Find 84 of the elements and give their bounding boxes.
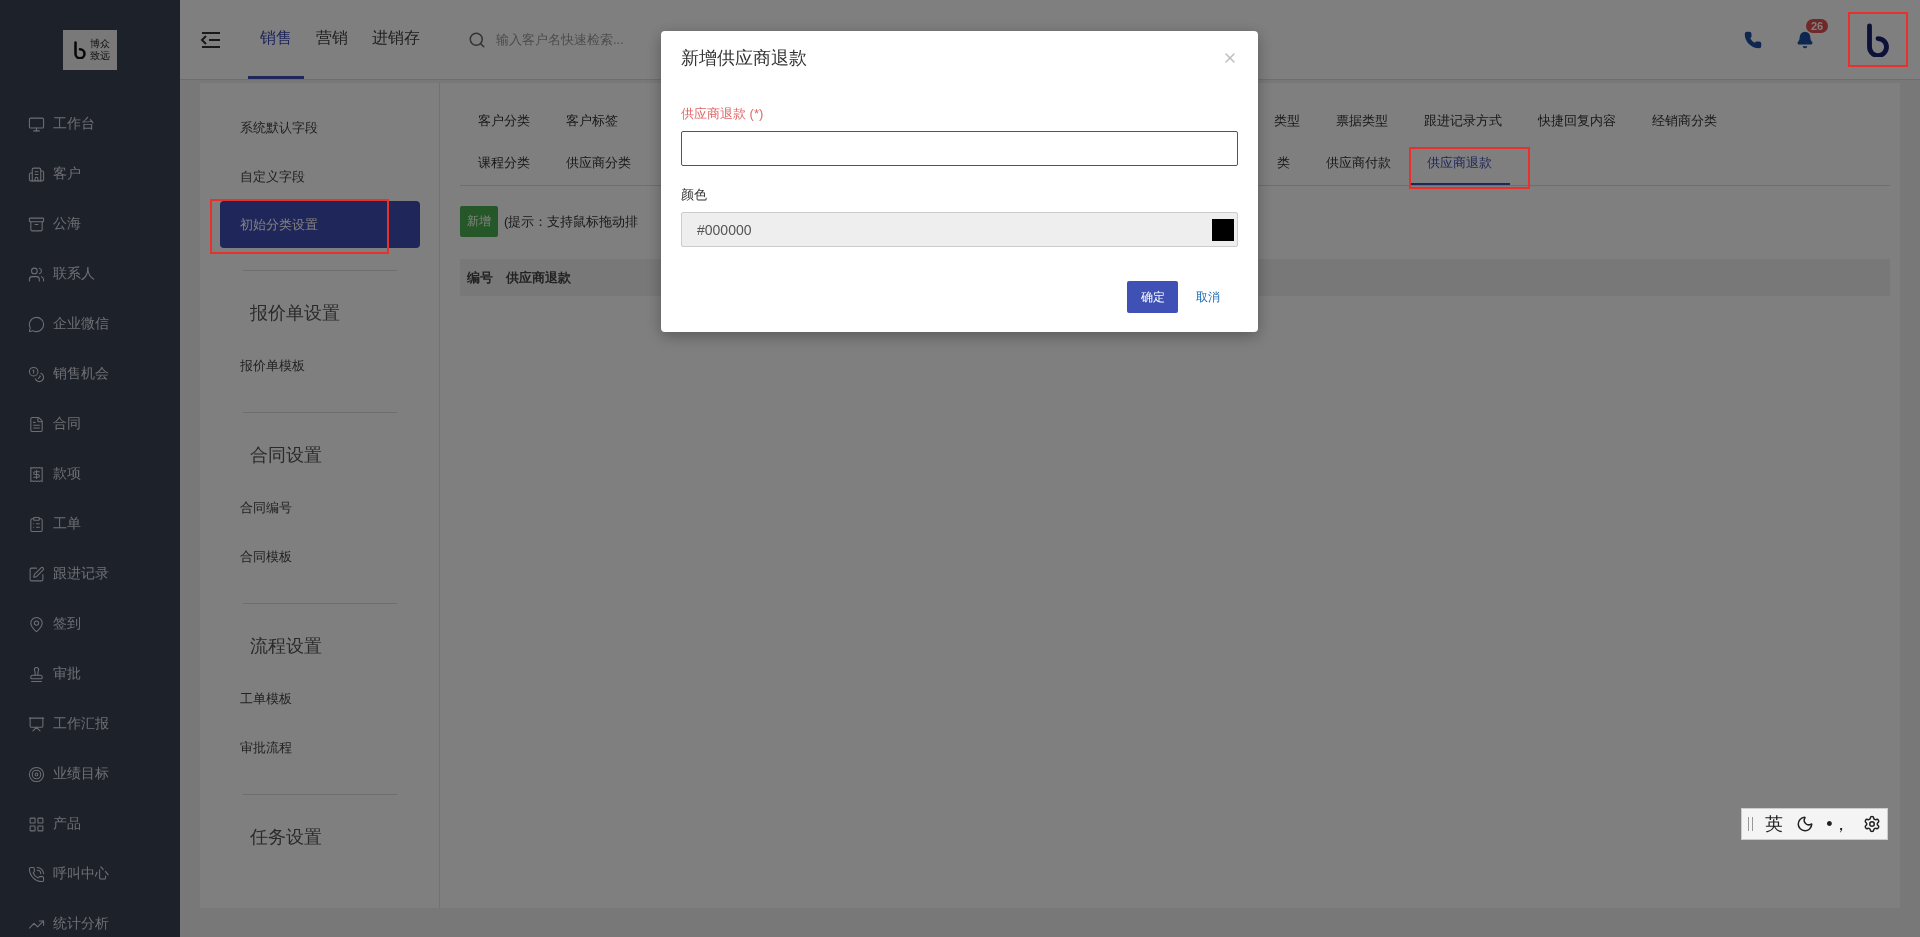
grid-icon	[28, 815, 45, 833]
edit-icon	[28, 565, 45, 583]
sidebar-item[interactable]: 销售机会	[0, 349, 180, 399]
sidebar-item[interactable]: 统计分析	[0, 899, 180, 937]
bell-icon[interactable]	[1796, 30, 1814, 49]
grip-icon[interactable]	[1748, 817, 1754, 831]
category-tab[interactable]: 课程分类	[460, 143, 548, 185]
settings-menu-item[interactable]: 审批流程	[220, 723, 420, 772]
settings-menu-item[interactable]: 合同模板	[220, 532, 420, 581]
stamp-icon	[28, 665, 45, 683]
color-field[interactable]: #000000	[681, 212, 1238, 247]
column-header: 编号	[466, 268, 494, 287]
dialog-title: 新增供应商退款	[681, 47, 807, 69]
category-tab[interactable]: 供应商分类	[548, 143, 649, 185]
sidebar-item[interactable]: 公海	[0, 199, 180, 249]
sidebar-item[interactable]: 款项	[0, 449, 180, 499]
sidebar-item[interactable]: 跟进记录	[0, 549, 180, 599]
confirm-button[interactable]: 确定	[1127, 281, 1178, 313]
category-tab[interactable]: 类型	[1256, 101, 1318, 143]
category-tab[interactable]: 票据类型	[1318, 101, 1406, 143]
highlight-frame	[1848, 12, 1908, 67]
settings-menu-item[interactable]: 系统默认字段	[220, 103, 420, 152]
section-heading: 流程设置	[249, 635, 323, 658]
category-tab[interactable]: 类	[1259, 143, 1308, 185]
add-button[interactable]: 新增	[460, 206, 498, 237]
category-tab[interactable]: 客户标签	[548, 101, 636, 143]
section-heading: 合同设置	[249, 444, 323, 467]
map-pin-icon	[28, 615, 45, 633]
input-field[interactable]	[681, 131, 1238, 166]
phone-call-icon	[28, 865, 45, 883]
sidebar-item[interactable]: 产品	[0, 799, 180, 849]
sidebar-item[interactable]: 工作汇报	[0, 699, 180, 749]
category-tab[interactable]: 客户分类	[460, 101, 548, 143]
presentation-icon	[28, 715, 45, 733]
field-label: 供应商退款 (*)	[681, 105, 765, 123]
search-icon[interactable]	[468, 30, 486, 49]
menu-icon[interactable]	[200, 29, 222, 50]
category-tab[interactable]: 供应商付款	[1308, 143, 1409, 185]
notification-badge: 26	[1806, 18, 1829, 33]
nav-tab[interactable]: 进销存	[360, 0, 432, 79]
users-icon	[28, 265, 45, 283]
color-swatch[interactable]	[1212, 218, 1234, 241]
logo-text: 博众 致远	[89, 38, 110, 62]
section-heading: 报价单设置	[249, 302, 341, 325]
column-header: 供应商退款	[504, 268, 572, 287]
document-icon	[28, 415, 45, 433]
settings-menu-item[interactable]: 报价单模板	[220, 341, 420, 390]
sidebar-item[interactable]: 呼叫中心	[0, 849, 180, 899]
language-toggle[interactable]: 英	[1765, 812, 1784, 836]
nav-tab[interactable]: 营销	[304, 0, 360, 79]
nav-tab[interactable]: 销售	[248, 0, 304, 79]
archive-icon	[28, 215, 45, 233]
punctuation-toggle[interactable]: •，	[1826, 812, 1851, 836]
settings-menu-item[interactable]: 合同编号	[220, 483, 420, 532]
sidebar-item[interactable]: 企业微信	[0, 299, 180, 349]
cancel-link[interactable]: 取消	[1186, 288, 1230, 306]
category-tab[interactable]: 跟进记录方式	[1406, 101, 1520, 143]
monitor-icon	[28, 115, 45, 133]
section-heading: 任务设置	[249, 826, 323, 849]
category-tab[interactable]: 供应商退款	[1409, 143, 1510, 185]
category-tab[interactable]: 快捷回复内容	[1520, 101, 1634, 143]
settings-icon[interactable]	[1862, 815, 1881, 833]
category-tab[interactable]: 经销商分类	[1634, 101, 1735, 143]
clipboard-icon	[28, 515, 45, 533]
phone-icon[interactable]	[1744, 30, 1762, 49]
sidebar-item[interactable]: 合同	[0, 399, 180, 449]
sidebar-item[interactable]: 审批	[0, 649, 180, 699]
sidebar-item[interactable]: 联系人	[0, 249, 180, 299]
settings-menu-item[interactable]: 自定义字段	[220, 152, 420, 201]
sidebar-item[interactable]: 业绩目标	[0, 749, 180, 799]
sidebar-item[interactable]: 客户	[0, 149, 180, 199]
sidebar-item[interactable]: 工作台	[0, 99, 180, 149]
chat-icon	[28, 315, 45, 333]
target-icon	[28, 765, 45, 783]
building-icon	[28, 165, 45, 183]
sidebar-item[interactable]: 签到	[0, 599, 180, 649]
settings-menu-item[interactable]: 初始分类设置	[220, 201, 420, 248]
coins-icon	[28, 365, 45, 383]
sidebar-item[interactable]: 工单	[0, 499, 180, 549]
receipt-icon	[28, 465, 45, 483]
settings-menu-item[interactable]: 工单模板	[220, 674, 420, 723]
moon-icon[interactable]	[1795, 815, 1814, 833]
field-label: 颜色	[681, 186, 708, 204]
hint-text: (提示：支持鼠标拖动排	[504, 212, 639, 231]
